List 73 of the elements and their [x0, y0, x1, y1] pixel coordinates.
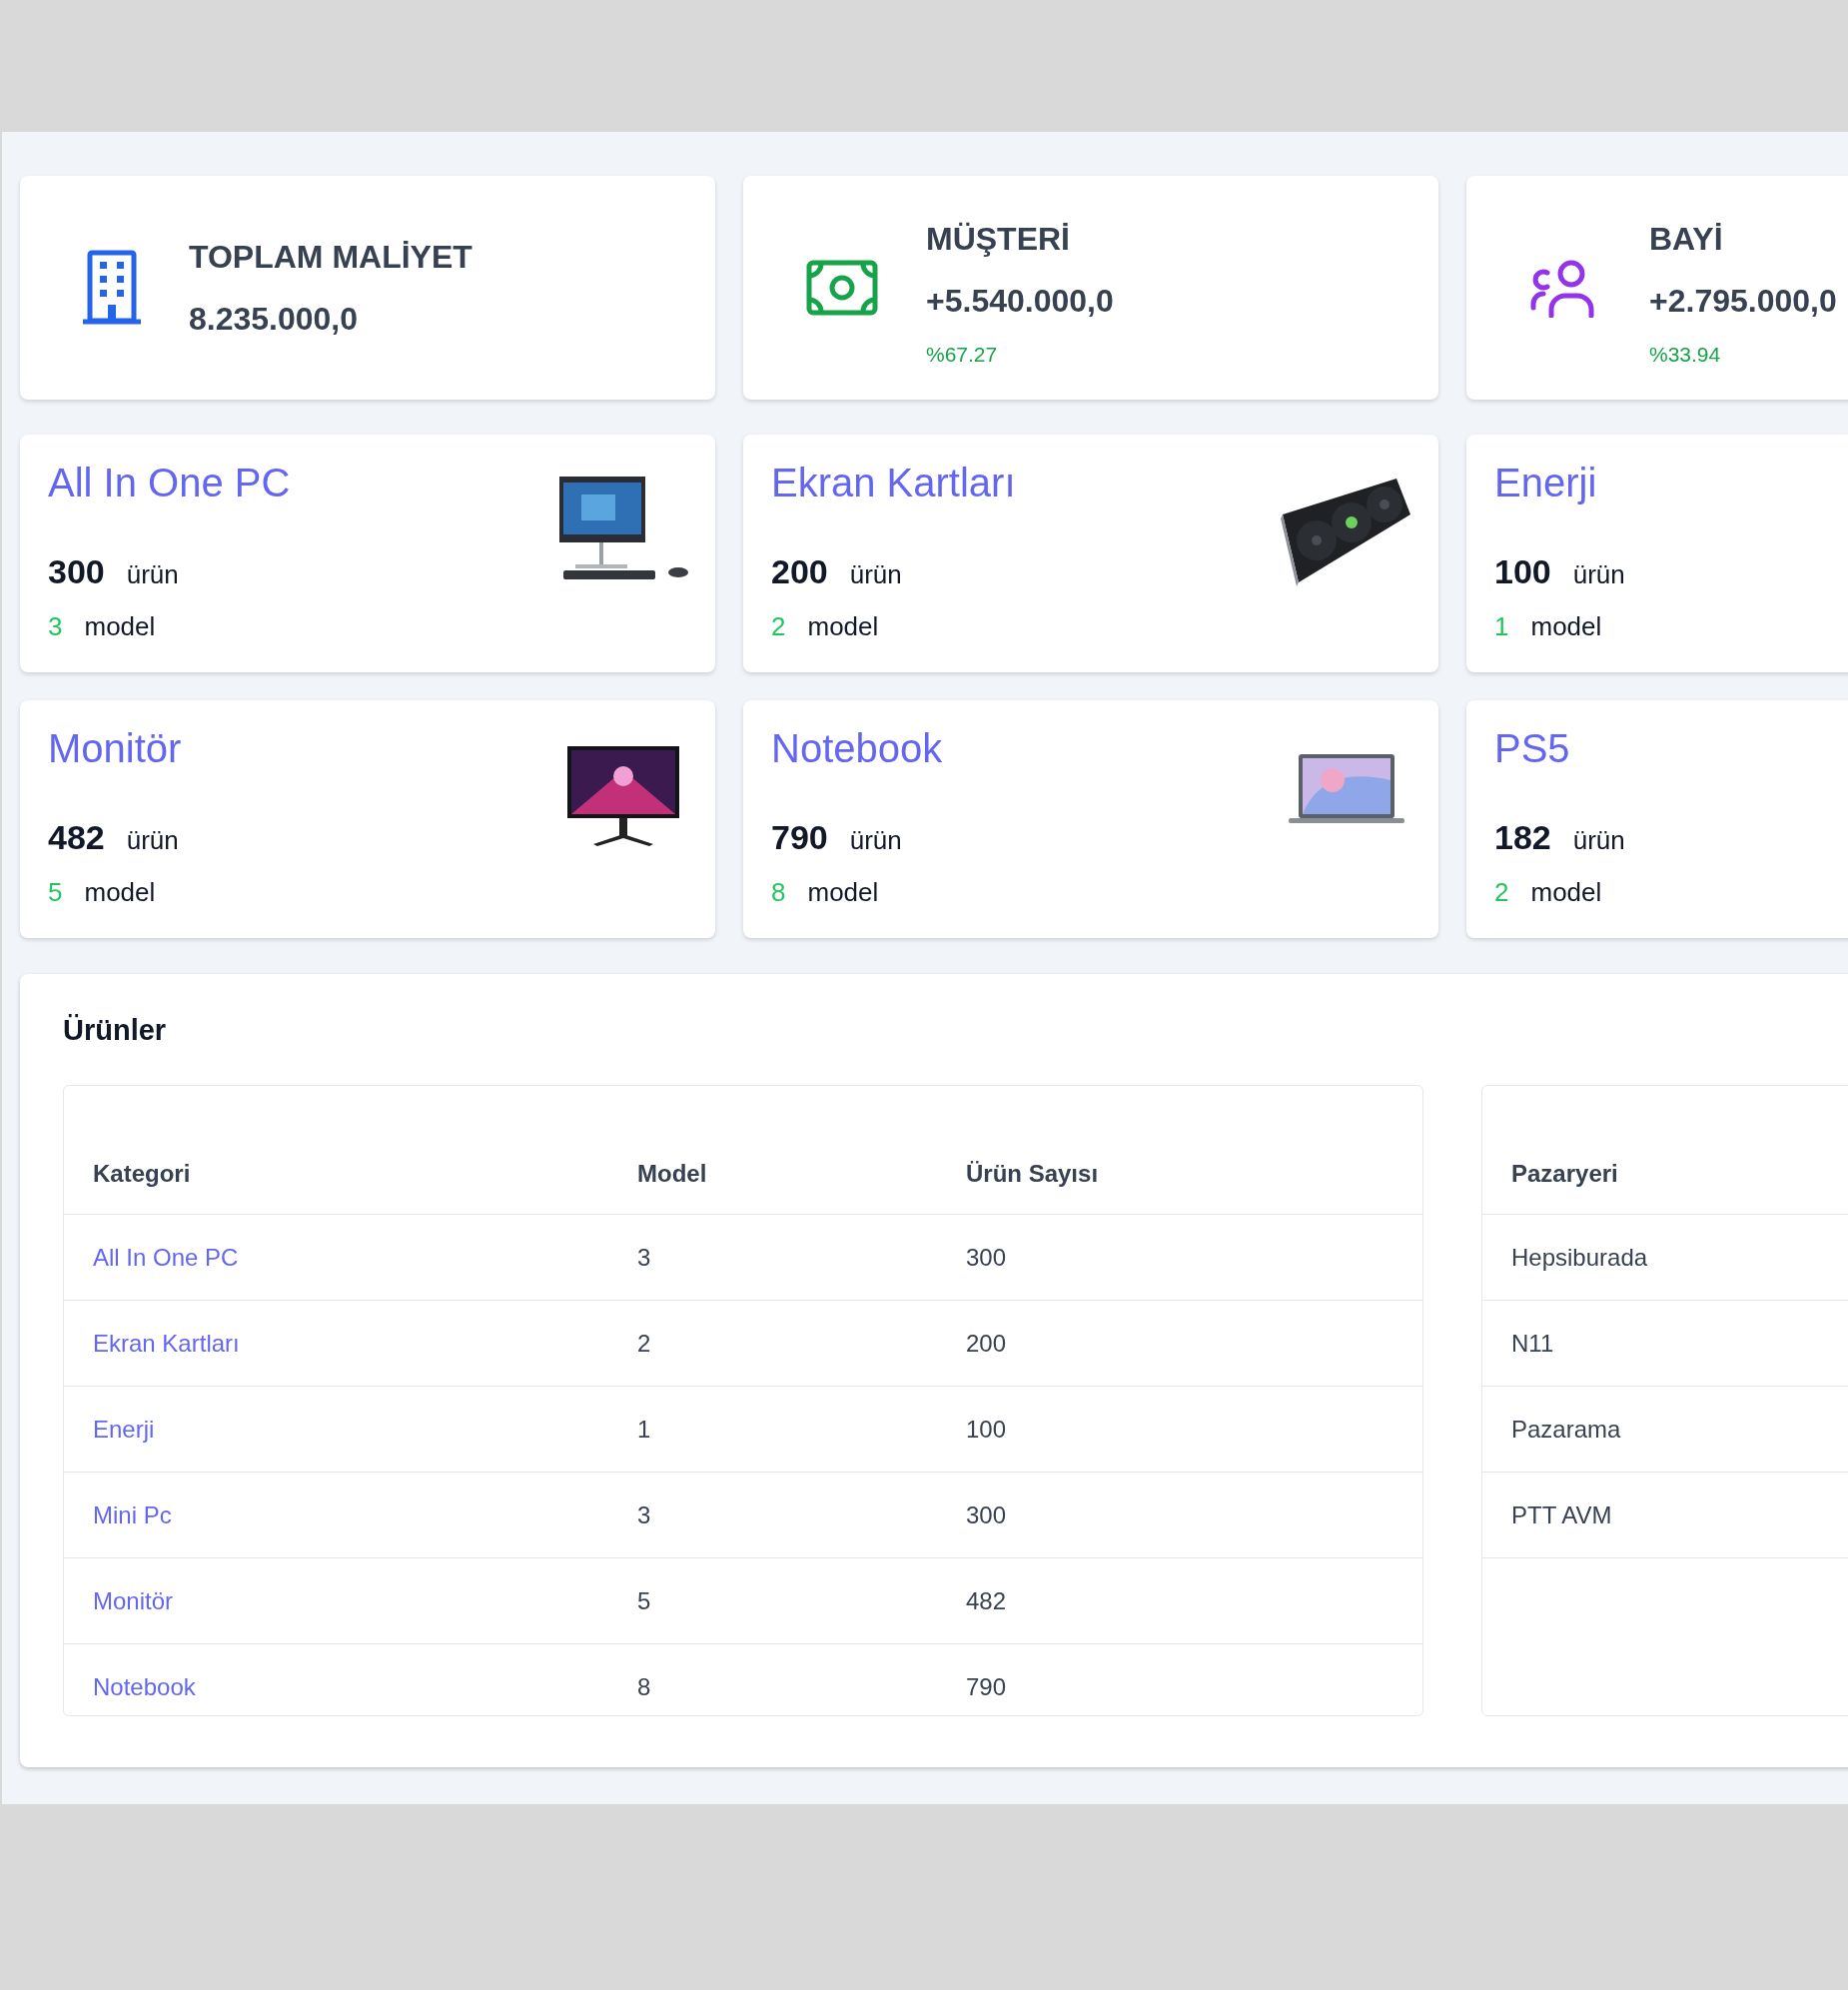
- table-cell-text: PTT AVM: [1510, 1499, 1613, 1530]
- category-title: Notebook: [771, 728, 943, 768]
- product-count: 182: [1494, 817, 1551, 858]
- column-header: Model: [636, 1159, 708, 1189]
- category-link[interactable]: Ekran Kartları: [64, 1325, 608, 1362]
- category-title: Monitör: [48, 728, 182, 768]
- table-cell-text: 790: [965, 1671, 1008, 1702]
- product-count: 790: [771, 817, 828, 858]
- model-count: 2: [1494, 876, 1509, 909]
- table-cell-text: 300: [965, 1242, 1008, 1273]
- table-cell-text: 300: [965, 1499, 1008, 1530]
- table-cell-text: 482: [965, 1585, 1008, 1616]
- count-unit: ürün: [1572, 558, 1625, 591]
- category-link[interactable]: Enerji: [64, 1411, 608, 1448]
- model-unit: model: [84, 876, 156, 909]
- model-count: 1: [1494, 610, 1509, 643]
- table-cell-text: Pazarama: [1510, 1414, 1622, 1445]
- table-cell-text: 100: [965, 1414, 1008, 1445]
- stat-value: +2.795.000,0: [1649, 282, 1837, 322]
- stat-label: BAYİ: [1649, 220, 1724, 260]
- table-cell-text: 8: [636, 1671, 652, 1702]
- category-link[interactable]: Mini Pc: [64, 1496, 608, 1533]
- building-icon: [83, 250, 141, 326]
- table-cell-text: 200: [965, 1328, 1008, 1359]
- table-cell-text: 1: [636, 1414, 652, 1445]
- column-header: Kategori: [92, 1159, 192, 1189]
- model-count: 8: [771, 876, 786, 909]
- count-unit: ürün: [126, 558, 179, 591]
- category-title: Ekran Kartları: [771, 463, 1016, 502]
- count-unit: ürün: [849, 558, 902, 591]
- count-unit: ürün: [1572, 824, 1625, 857]
- category-title: All In One PC: [48, 463, 291, 502]
- panel-title: Ürünler: [63, 1016, 168, 1045]
- category-card[interactable]: Enerji 100 ürün 1 model: [1466, 435, 1848, 672]
- model-unit: model: [84, 610, 156, 643]
- stat-change: %33.94: [1649, 342, 1722, 369]
- category-link[interactable]: All In One PC: [64, 1239, 608, 1276]
- stat-value: 8.235.000,0: [189, 300, 360, 339]
- table-cell-text: Hepsiburada: [1510, 1242, 1649, 1273]
- banknote-icon: [806, 260, 878, 316]
- product-count: 482: [48, 817, 105, 858]
- count-unit: ürün: [126, 824, 179, 857]
- category-card[interactable]: All In One PC 300 ürün 3 model: [20, 435, 715, 672]
- model-count: 2: [771, 610, 786, 643]
- category-link[interactable]: Monitör: [64, 1582, 608, 1619]
- model-unit: model: [1530, 610, 1602, 643]
- table-cell-text: 2: [636, 1328, 652, 1359]
- category-card[interactable]: PS5 182 ürün 2 model: [1466, 700, 1848, 938]
- table-cell-text: 3: [636, 1499, 652, 1530]
- category-link[interactable]: Notebook: [64, 1668, 608, 1705]
- count-unit: ürün: [849, 824, 902, 857]
- model-count: 5: [48, 876, 63, 909]
- product-count: 300: [48, 551, 105, 592]
- product-count: 200: [771, 551, 828, 592]
- table-cell-text: 3: [636, 1242, 652, 1273]
- table-cell-text: N11: [1510, 1328, 1555, 1359]
- stat-change: %67.27: [926, 342, 999, 369]
- model-unit: model: [807, 876, 879, 909]
- table-cell-text: 5: [636, 1585, 652, 1616]
- category-card[interactable]: Monitör 482 ürün 5 model: [20, 700, 715, 938]
- category-title: PS5: [1494, 728, 1571, 768]
- column-header: Ürün Sayısı: [965, 1159, 1100, 1189]
- stat-value: +5.540.000,0: [926, 282, 1114, 322]
- model-unit: model: [807, 610, 879, 643]
- stat-label: TOPLAM MALİYET: [189, 238, 472, 277]
- column-header: Pazaryeri: [1510, 1159, 1619, 1189]
- category-card[interactable]: Ekran Kartları 200 ürün 2 model: [743, 435, 1438, 672]
- model-unit: model: [1530, 876, 1602, 909]
- product-count: 100: [1494, 551, 1551, 592]
- model-count: 3: [48, 610, 63, 643]
- category-title: Enerji: [1494, 463, 1598, 502]
- stat-label: MÜŞTERİ: [926, 220, 1071, 260]
- category-card[interactable]: Notebook 790 ürün 8 model: [743, 700, 1438, 938]
